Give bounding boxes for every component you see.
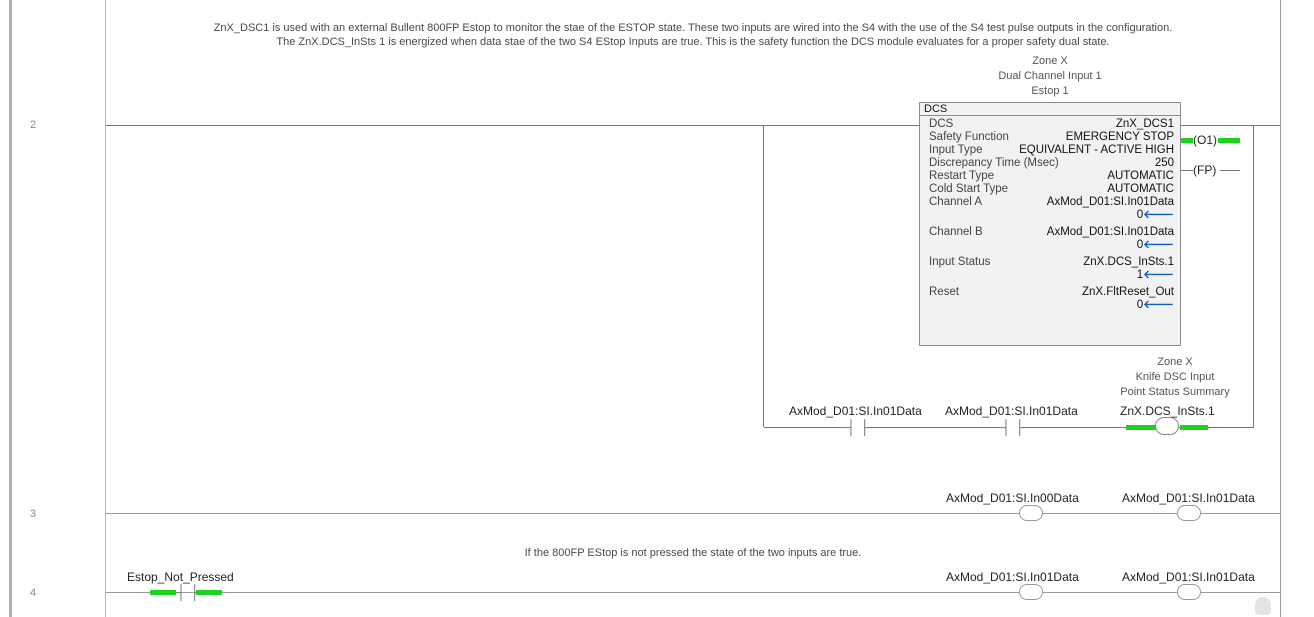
dcs-row-key: Cold Start Type bbox=[929, 183, 1009, 195]
rung-number-2[interactable]: 2 bbox=[30, 119, 36, 131]
o1-energized-right bbox=[1218, 138, 1240, 143]
coil-energized-right bbox=[1180, 425, 1208, 430]
editor-gutter-bar bbox=[9, 0, 12, 617]
rung-3-coil-a-symbol[interactable] bbox=[1019, 505, 1043, 521]
coil-desc-line1: Zone X bbox=[1157, 356, 1193, 368]
contact-a-symbol[interactable]: ┤ ├ bbox=[846, 419, 870, 435]
output-pin-o1[interactable]: (O1) bbox=[1193, 133, 1217, 147]
dcs-row-value[interactable]: ZnX.DCS_InSts.1 bbox=[1083, 256, 1174, 269]
rung-4-wire bbox=[106, 592, 1280, 593]
live-arrow-icon: 🡐 bbox=[1143, 269, 1174, 281]
live-arrow-icon: 🡐 bbox=[1143, 209, 1174, 221]
rung-4-coil-b-symbol[interactable] bbox=[1177, 584, 1201, 600]
coil-tag[interactable]: ZnX.DCS_InSts.1 bbox=[1120, 404, 1215, 418]
dcs-row-channel-b: Channel B AxMod_D01:SI.In01Data 0🡐 bbox=[929, 226, 1174, 252]
dcs-row-key: Input Status bbox=[929, 256, 991, 268]
contact-a-tag[interactable]: AxMod_D01:SI.In01Data bbox=[789, 404, 922, 418]
rung-4-coil-a-symbol[interactable] bbox=[1019, 584, 1043, 600]
dcs-row-key: DCS bbox=[929, 118, 954, 130]
dcs-block-header: DCS bbox=[920, 103, 1180, 116]
dcs-row-key: Safety Function bbox=[929, 131, 1009, 143]
dcs-row-value[interactable]: AUTOMATIC bbox=[1107, 170, 1174, 183]
contact-b-tag[interactable]: AxMod_D01:SI.In01Data bbox=[945, 404, 1078, 418]
coil-symbol[interactable] bbox=[1155, 417, 1179, 435]
coil-desc-line3: Point Status Summary bbox=[1120, 386, 1230, 398]
dcs-row-key: Input Type bbox=[929, 144, 983, 156]
dcs-row-value[interactable]: ZnX.FltReset_Out bbox=[1082, 286, 1174, 299]
rung-4-contact-tag[interactable]: Estop_Not_Pressed bbox=[127, 570, 234, 584]
rung-2-branch-left bbox=[763, 125, 764, 427]
o1-energized-left bbox=[1181, 138, 1193, 143]
live-value: 0🡐 bbox=[1136, 239, 1174, 251]
rung-2-wire-right bbox=[1180, 125, 1280, 126]
dcs-row-value[interactable]: AxMod_D01:SI.In01Data bbox=[1047, 196, 1174, 209]
rung-3-coil-b-tag[interactable]: AxMod_D01:SI.In01Data bbox=[1122, 491, 1255, 505]
dcs-row-channel-a: Channel A AxMod_D01:SI.In01Data 0🡐 bbox=[929, 196, 1174, 222]
dcs-row-value[interactable]: 250 bbox=[1155, 157, 1174, 170]
dcs-row-reset: Reset ZnX.FltReset_Out 0🡐 bbox=[929, 286, 1174, 312]
dcs-desc-line1: Zone X bbox=[1032, 55, 1068, 67]
rung-3-coil-a-tag[interactable]: AxMod_D01:SI.In00Data bbox=[946, 491, 1079, 505]
dcs-desc-line2: Dual Channel Input 1 bbox=[998, 70, 1102, 82]
dcs-row-value[interactable]: EQUIVALENT - ACTIVE HIGH bbox=[1019, 144, 1174, 157]
rung-4-contact-energized-left bbox=[150, 590, 176, 595]
dcs-row-key: Reset bbox=[929, 286, 960, 298]
rung-4-coil-b-tag[interactable]: AxMod_D01:SI.In01Data bbox=[1122, 570, 1255, 584]
fp-wire-left bbox=[1181, 170, 1193, 171]
rung-number-4[interactable]: 4 bbox=[30, 587, 36, 599]
dcs-instruction-block[interactable]: DCS DCS ZnX_DCS1 Safety Function EMERGEN… bbox=[919, 102, 1181, 346]
lightbulb-icon[interactable] bbox=[1255, 597, 1271, 615]
live-arrow-icon: 🡐 bbox=[1143, 239, 1174, 251]
live-value: 0🡐 bbox=[1136, 209, 1174, 221]
dcs-row-value[interactable]: EMERGENCY STOP bbox=[1066, 131, 1174, 144]
contact-b-symbol[interactable]: ┤ ├ bbox=[1001, 419, 1025, 435]
right-power-rail bbox=[1280, 0, 1281, 617]
rung-2-wire-left bbox=[106, 125, 919, 126]
dcs-row-value[interactable]: AxMod_D01:SI.In01Data bbox=[1047, 226, 1174, 239]
rung-2-comment-line2: The ZnX.DCS_InSts 1 is energized when da… bbox=[276, 36, 1110, 48]
dcs-row-value[interactable]: ZnX_DCS1 bbox=[1116, 118, 1174, 131]
dcs-row-key: Channel A bbox=[929, 196, 983, 208]
live-value: 1🡐 bbox=[1136, 269, 1174, 281]
coil-desc-line2: Knife DSC Input bbox=[1135, 371, 1215, 383]
rung-4-contact-energized-right bbox=[196, 590, 222, 595]
dcs-row-key: Restart Type bbox=[929, 170, 994, 182]
left-power-rail bbox=[105, 0, 106, 617]
coil-energized-left bbox=[1126, 425, 1156, 430]
live-arrow-icon: 🡐 bbox=[1143, 299, 1174, 311]
live-value: 0🡐 bbox=[1136, 299, 1174, 311]
dcs-row-value[interactable]: AUTOMATIC bbox=[1107, 183, 1174, 196]
dcs-desc-line3: Estop 1 bbox=[1031, 85, 1069, 97]
dcs-row-input-status: Input Status ZnX.DCS_InSts.1 1🡐 bbox=[929, 256, 1174, 282]
output-pin-fp[interactable]: (FP) bbox=[1193, 163, 1216, 177]
rung-4-comment: If the 800FP EStop is not pressed the st… bbox=[524, 547, 862, 559]
rung-2-comment-line1: ZnX_DSC1 is used with an external Bullen… bbox=[213, 22, 1173, 34]
rung-2-branch-right bbox=[1253, 125, 1254, 427]
rung-3-coil-b-symbol[interactable] bbox=[1177, 505, 1201, 521]
rung-4-coil-a-tag[interactable]: AxMod_D01:SI.In01Data bbox=[946, 570, 1079, 584]
dcs-row-key: Discrepancy Time (Msec) bbox=[929, 157, 1059, 169]
rung-number-3[interactable]: 3 bbox=[30, 508, 36, 520]
rung-3-wire bbox=[106, 513, 1280, 514]
dcs-row-key: Channel B bbox=[929, 226, 983, 238]
fp-wire-right bbox=[1220, 170, 1240, 171]
